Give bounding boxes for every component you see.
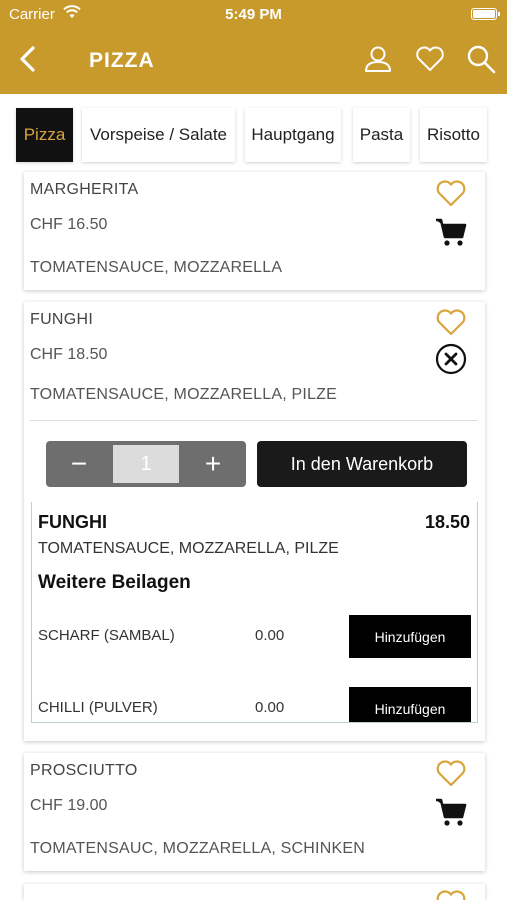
product-description: TOMATENSAUCE, MOZZARELLA: [30, 259, 283, 276]
product-price: CHF 18.50: [30, 346, 108, 363]
increase-button[interactable]: +: [180, 441, 246, 487]
tab-hauptgang[interactable]: Hauptgang: [245, 108, 341, 162]
add-addon-button[interactable]: Hinzufügen: [349, 687, 471, 722]
product-card-next[interactable]: [24, 884, 485, 900]
clock-time: 5:49 PM: [225, 6, 282, 23]
favorite-heart-icon[interactable]: [434, 757, 468, 789]
product-price: CHF 16.50: [30, 216, 108, 233]
tab-risotto[interactable]: Risotto: [420, 108, 487, 162]
search-icon[interactable]: [465, 43, 497, 75]
cart-icon[interactable]: [434, 215, 468, 249]
favorite-heart-icon[interactable]: [434, 887, 468, 900]
user-icon[interactable]: [362, 43, 394, 75]
page-title: PIZZA: [89, 49, 155, 72]
tab-vorspeise-salate[interactable]: Vorspeise / Salate: [82, 108, 235, 162]
product-name: PROSCIUTTO: [30, 762, 138, 779]
close-circle-icon[interactable]: [434, 342, 468, 376]
tab-pasta[interactable]: Pasta: [353, 108, 410, 162]
addon-price: 0.00: [255, 699, 285, 716]
product-description: TOMATENSAUCE, MOZZARELLA, PILZE: [30, 386, 337, 403]
add-addon-button[interactable]: Hinzufügen: [349, 615, 471, 658]
addon-name: CHILLI (PULVER): [38, 699, 158, 716]
detail-description: TOMATENSAUCE, MOZZARELLA, PILZE: [38, 540, 339, 557]
cart-icon[interactable]: [434, 795, 468, 829]
decrease-button[interactable]: −: [46, 441, 112, 487]
quantity-stepper: − 1 +: [46, 441, 246, 487]
product-price: CHF 19.00: [30, 797, 108, 814]
addon-row: SCHARF (SAMBAL) 0.00 Hinzufügen: [32, 615, 477, 659]
detail-price: 18.50: [424, 512, 470, 532]
product-card-funghi[interactable]: FUNGHI CHF 18.50 TOMATENSAUCE, MOZZARELL…: [24, 302, 485, 741]
add-to-cart-button[interactable]: In den Warenkorb: [257, 441, 467, 487]
favorite-heart-icon[interactable]: [434, 177, 468, 209]
addon-row: CHILLI (PULVER) 0.00 Hinzufügen: [32, 687, 477, 722]
tab-pizza[interactable]: Pizza: [16, 108, 73, 162]
product-card-prosciutto[interactable]: PROSCIUTTO CHF 19.00 TOMATENSAUC, MOZZAR…: [24, 753, 485, 871]
product-name: FUNGHI: [30, 311, 94, 328]
status-bar: Carrier 5:49 PM: [0, 0, 507, 30]
app-header: Carrier 5:49 PM PIZZA: [0, 0, 507, 94]
battery-icon: [471, 8, 500, 20]
product-name: MARGHERITA: [30, 181, 139, 198]
detail-name: FUNGHI: [38, 512, 107, 532]
back-chevron-icon[interactable]: [14, 44, 44, 74]
quantity-field[interactable]: 1: [113, 445, 179, 483]
heart-icon[interactable]: [414, 43, 446, 75]
addon-name: SCHARF (SAMBAL): [38, 627, 175, 644]
product-detail-panel: FUNGHI 18.50 TOMATENSAUCE, MOZZARELLA, P…: [31, 502, 478, 723]
favorite-heart-icon[interactable]: [434, 306, 468, 338]
divider: [30, 420, 478, 421]
product-description: TOMATENSAUC, MOZZARELLA, SCHINKEN: [30, 840, 365, 857]
extras-title: Weitere Beilagen: [38, 572, 191, 593]
product-card-margherita[interactable]: MARGHERITA CHF 16.50 TOMATENSAUCE, MOZZA…: [24, 172, 485, 290]
addon-price: 0.00: [255, 627, 285, 644]
